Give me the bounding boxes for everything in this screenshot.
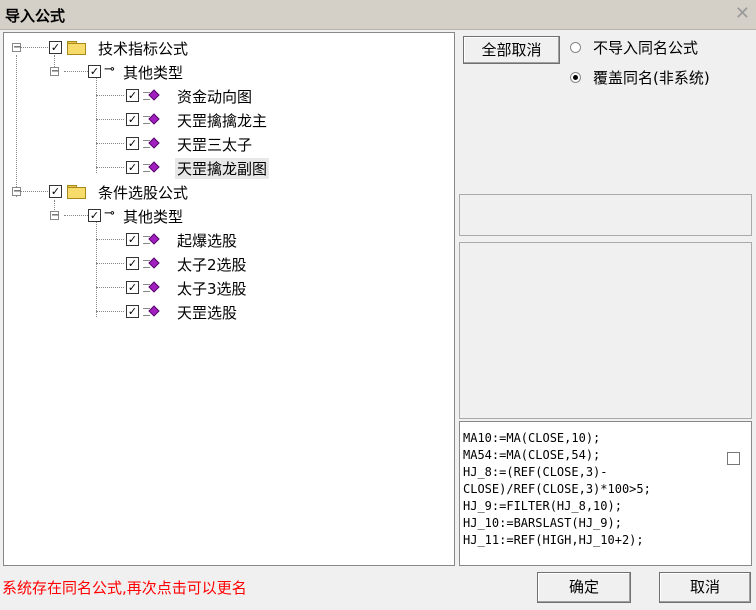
cancel-button[interactable]: 取消 — [659, 572, 751, 603]
tree-item[interactable]: ✓ 天罡三太子 — [4, 133, 444, 155]
code-line: MA10:=MA(CLOSE,10); — [463, 431, 601, 445]
code-line: HJ_9:=FILTER(HJ_8,10); — [463, 499, 622, 513]
code-line: HJ_8:=(REF(CLOSE,3)- — [463, 465, 608, 479]
key-icon: ⊸ — [104, 62, 115, 77]
option-no-import-label: 不导入同名公式 — [593, 39, 699, 57]
formula-icon — [143, 89, 160, 102]
subgroup-1-checkbox[interactable]: ✓ — [88, 65, 101, 78]
code-line: HJ_11:=REF(HIGH,HJ_10+2); — [463, 533, 644, 547]
item-label: 天罡选股 — [177, 304, 238, 322]
folder-icon — [67, 41, 86, 55]
tree-item[interactable]: ✓ 天罡选股 — [4, 301, 444, 323]
status-message: 系统存在同名公式,再次点击可以更名 — [2, 579, 247, 597]
tree-group-1[interactable]: − ✓ 技术指标公式 — [4, 37, 444, 59]
tree-item[interactable]: ✓ 天罡擒擒龙主 — [4, 109, 444, 131]
close-icon[interactable]: ✕ — [735, 4, 750, 24]
item-label: 太子2选股 — [177, 256, 247, 274]
tree-group-2[interactable]: − ✓ 条件选股公式 — [4, 181, 444, 203]
collapse-icon[interactable]: − — [12, 187, 21, 197]
radio-no-import[interactable] — [570, 42, 581, 53]
formula-icon — [143, 161, 160, 174]
preview-panel — [459, 242, 752, 419]
item-checkbox[interactable]: ✓ — [126, 89, 139, 102]
item-checkbox[interactable]: ✓ — [126, 113, 139, 126]
formula-icon — [143, 137, 160, 150]
radio-overwrite[interactable] — [570, 72, 581, 83]
formula-icon — [143, 305, 160, 318]
collapse-icon[interactable]: − — [50, 211, 59, 221]
item-checkbox[interactable]: ✓ — [126, 137, 139, 150]
item-label: 天罡擒擒龙主 — [177, 112, 268, 130]
folder-icon — [67, 185, 86, 199]
item-checkbox[interactable]: ✓ — [126, 281, 139, 294]
subgroup-1-label: 其他类型 — [123, 64, 184, 82]
formula-icon — [143, 257, 160, 270]
tree-subgroup-2[interactable]: − ✓ ⊸ 其他类型 — [4, 205, 444, 227]
formula-tree[interactable]: − ✓ 技术指标公式 − ✓ ⊸ 其他类型 ✓ 资金动向图 ✓ 天罡擒擒龙主 ✓… — [3, 32, 455, 566]
item-label: 资金动向图 — [177, 88, 253, 106]
code-line: HJ_10:=BARSLAST(HJ_9); — [463, 516, 622, 530]
tree-item-selected[interactable]: ✓ 天罡擒龙副图 — [4, 157, 444, 179]
item-checkbox[interactable]: ✓ — [126, 233, 139, 246]
option-overwrite-label: 覆盖同名(非系统) — [593, 69, 710, 87]
item-label: 起爆选股 — [177, 232, 238, 250]
rename-field[interactable] — [459, 194, 752, 236]
formula-icon — [143, 233, 160, 246]
code-checkbox[interactable] — [727, 452, 740, 465]
item-checkbox[interactable]: ✓ — [126, 257, 139, 270]
tree-item[interactable]: ✓ 太子3选股 — [4, 277, 444, 299]
tree-subgroup-1[interactable]: − ✓ ⊸ 其他类型 — [4, 61, 444, 83]
item-label: 天罡三太子 — [177, 136, 253, 154]
subgroup-2-label: 其他类型 — [123, 208, 184, 226]
subgroup-2-checkbox[interactable]: ✓ — [88, 209, 101, 222]
group-2-label: 条件选股公式 — [98, 184, 189, 202]
formula-code-view[interactable]: MA10:=MA(CLOSE,10); MA54:=MA(CLOSE,54); … — [459, 421, 752, 566]
collapse-icon[interactable]: − — [50, 67, 59, 77]
code-line: MA54:=MA(CLOSE,54); — [463, 448, 601, 462]
item-label: 太子3选股 — [177, 280, 247, 298]
formula-icon — [143, 281, 160, 294]
title-bar: 导入公式 ✕ — [0, 0, 756, 30]
group-2-checkbox[interactable]: ✓ — [49, 185, 62, 198]
tree-item[interactable]: ✓ 太子2选股 — [4, 253, 444, 275]
cancel-all-button[interactable]: 全部取消 — [463, 36, 560, 64]
group-1-label: 技术指标公式 — [98, 40, 189, 58]
formula-icon — [143, 113, 160, 126]
item-checkbox[interactable]: ✓ — [126, 305, 139, 318]
code-line: CLOSE)/REF(CLOSE,3)*100>5; — [463, 482, 651, 496]
group-1-checkbox[interactable]: ✓ — [49, 41, 62, 54]
item-label: 天罡擒龙副图 — [175, 158, 270, 179]
item-checkbox[interactable]: ✓ — [126, 161, 139, 174]
tree-item[interactable]: ✓ 资金动向图 — [4, 85, 444, 107]
tree-item[interactable]: ✓ 起爆选股 — [4, 229, 444, 251]
window-title: 导入公式 — [5, 7, 66, 25]
key-icon: ⊸ — [104, 206, 115, 221]
ok-button[interactable]: 确定 — [537, 572, 631, 603]
collapse-icon[interactable]: − — [12, 43, 21, 53]
